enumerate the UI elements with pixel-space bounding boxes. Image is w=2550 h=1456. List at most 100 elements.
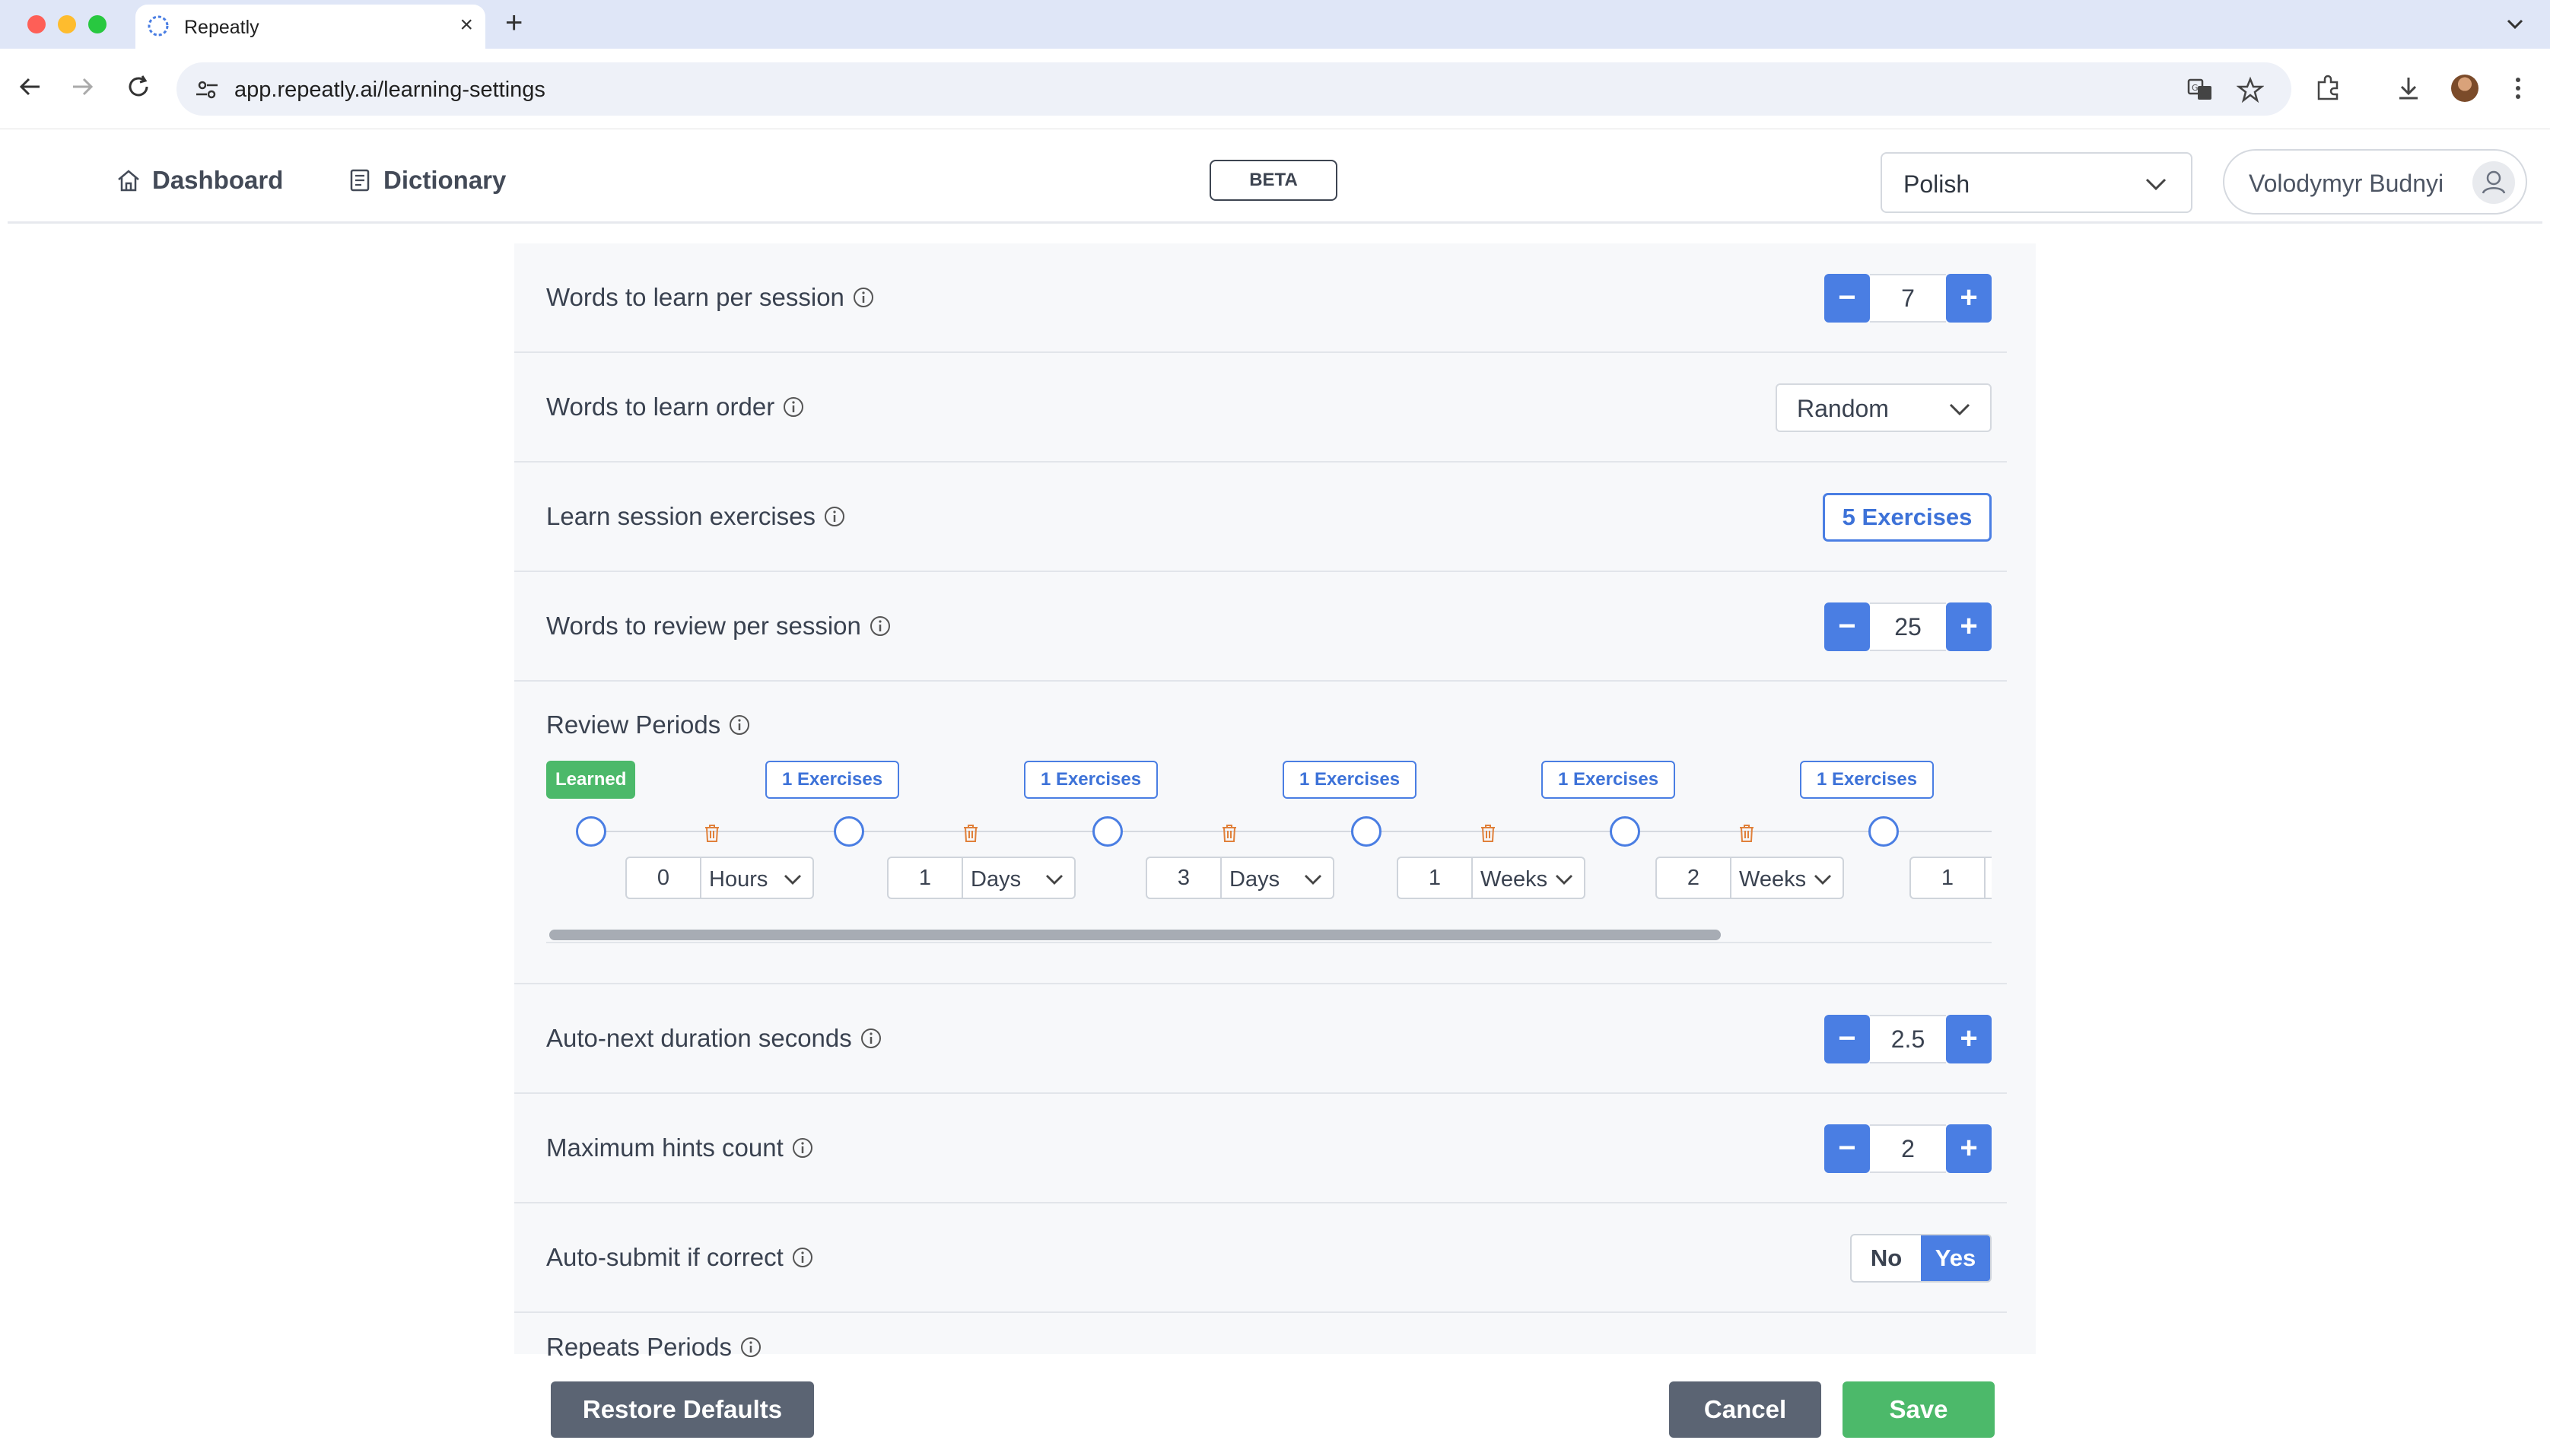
forward-arrow-icon[interactable] [67, 72, 97, 102]
period-unit-select[interactable]: Days [963, 857, 1076, 899]
user-menu-button[interactable]: Volodymyr Budnyi [2223, 149, 2527, 215]
app-header: Dashboard Dictionary BETA Polish Volodym… [8, 129, 2542, 224]
restore-defaults-button[interactable]: Restore Defaults [551, 1381, 814, 1438]
profile-avatar[interactable] [2451, 75, 2478, 102]
new-tab-button[interactable]: + [505, 6, 523, 40]
downloads-icon[interactable] [2393, 73, 2424, 103]
setting-auto-next: Auto-next duration seconds − 2.5 + [514, 984, 2007, 1094]
nav-dashboard[interactable]: Dashboard [116, 166, 283, 195]
info-icon[interactable] [823, 505, 846, 528]
exercises-button[interactable]: 5 Exercises [1823, 493, 1992, 542]
close-tab-icon[interactable]: × [459, 14, 473, 37]
setting-label-text: Auto-next duration seconds [546, 1024, 852, 1052]
exercises-badge[interactable]: 1 Exercises [1541, 761, 1675, 799]
timeline-node[interactable] [576, 816, 606, 847]
timeline-scrollbar[interactable] [546, 925, 1992, 943]
info-icon[interactable] [860, 1027, 882, 1050]
info-icon[interactable] [791, 1246, 814, 1269]
toggle-yes-option[interactable]: Yes [1921, 1235, 1990, 1281]
period-amount-input[interactable]: 0 [625, 857, 701, 899]
stepper-value[interactable]: 2 [1870, 1124, 1946, 1173]
period-amount-input[interactable]: 2 [1655, 857, 1731, 899]
period-input-group: 3 Days [1146, 857, 1334, 899]
language-value: Polish [1903, 170, 1970, 198]
info-icon[interactable] [782, 396, 805, 418]
period-unit-select[interactable]: Days [1222, 857, 1334, 899]
url-text: app.repeatly.ai/learning-settings [234, 78, 545, 102]
period-amount-input[interactable]: 1 [1909, 857, 1986, 899]
learn-order-select[interactable]: Random [1776, 383, 1992, 432]
period-unit-select[interactable]: Hours [701, 857, 814, 899]
repeatly-favicon-icon [148, 15, 169, 37]
info-icon[interactable] [739, 1336, 762, 1359]
decrement-button[interactable]: − [1824, 1124, 1870, 1173]
info-icon[interactable] [869, 615, 892, 637]
translate-icon[interactable]: G [2186, 76, 2214, 103]
trash-icon[interactable] [962, 823, 980, 843]
settings-footer: Restore Defaults Cancel Save [514, 1359, 2036, 1456]
increment-button[interactable]: + [1946, 1124, 1992, 1173]
period-amount-input[interactable]: 1 [1397, 857, 1473, 899]
home-icon [118, 170, 139, 192]
stepper-value[interactable]: 2.5 [1870, 1015, 1946, 1063]
back-arrow-icon[interactable] [15, 72, 46, 102]
timeline-node[interactable] [1092, 816, 1123, 847]
extensions-icon[interactable] [2313, 73, 2343, 103]
trash-icon[interactable] [1220, 823, 1238, 843]
address-bar[interactable]: app.repeatly.ai/learning-settings G [176, 62, 2291, 116]
period-unit-select[interactable]: Weeks [1731, 857, 1844, 899]
scrollbar-thumb[interactable] [549, 930, 1721, 940]
info-icon[interactable] [791, 1137, 814, 1159]
toggle-no-option[interactable]: No [1852, 1235, 1921, 1281]
increment-button[interactable]: + [1946, 274, 1992, 323]
timeline-node[interactable] [834, 816, 864, 847]
tab-search-chevron-icon[interactable] [2501, 11, 2529, 38]
period-unit-select[interactable] [1986, 857, 1992, 899]
period-unit-select[interactable]: Weeks [1473, 857, 1585, 899]
exercises-badge[interactable]: 1 Exercises [1024, 761, 1158, 799]
timeline-node[interactable] [1610, 816, 1640, 847]
exercises-badge[interactable]: 1 Exercises [1800, 761, 1934, 799]
reload-icon[interactable] [123, 72, 154, 102]
browser-menu-icon[interactable] [2503, 73, 2533, 103]
period-input-group: 2 Weeks [1655, 857, 1844, 899]
exercises-badge[interactable]: 1 Exercises [1283, 761, 1416, 799]
info-icon[interactable] [852, 286, 875, 309]
trash-icon[interactable] [1479, 823, 1497, 843]
language-select[interactable]: Polish [1881, 152, 2192, 213]
decrement-button[interactable]: − [1824, 602, 1870, 651]
setting-auto-submit: Auto-submit if correct No Yes [514, 1203, 2007, 1313]
learned-badge: Learned [546, 761, 636, 799]
decrement-button[interactable]: − [1824, 1015, 1870, 1063]
setting-review-per-session: Words to review per session − 25 + [514, 572, 2007, 682]
stepper-value[interactable]: 25 [1870, 602, 1946, 651]
period-unit-value: Days [971, 867, 1022, 892]
trash-icon[interactable] [703, 823, 721, 843]
setting-label: Auto-submit if correct [546, 1243, 814, 1272]
exercises-badge[interactable]: 1 Exercises [765, 761, 899, 799]
period-amount-input[interactable]: 3 [1146, 857, 1222, 899]
close-window-button[interactable] [27, 15, 46, 33]
setting-label-text: Maximum hints count [546, 1133, 784, 1162]
minimize-window-button[interactable] [58, 15, 76, 33]
setting-label-text: Words to review per session [546, 612, 861, 640]
setting-label-text: Words to learn order [546, 393, 775, 421]
period-amount-input[interactable]: 1 [887, 857, 963, 899]
learn-order-value: Random [1797, 395, 1889, 422]
save-button[interactable]: Save [1843, 1381, 1995, 1438]
trash-icon[interactable] [1738, 823, 1756, 843]
bookmark-star-icon[interactable] [2237, 76, 2264, 103]
setting-label-text: Review Periods [546, 711, 721, 739]
stepper-value[interactable]: 7 [1870, 274, 1946, 323]
increment-button[interactable]: + [1946, 602, 1992, 651]
cancel-button[interactable]: Cancel [1669, 1381, 1821, 1438]
nav-dictionary[interactable]: Dictionary [347, 166, 506, 195]
maximize-window-button[interactable] [88, 15, 107, 33]
info-icon[interactable] [728, 714, 751, 736]
increment-button[interactable]: + [1946, 1015, 1992, 1063]
browser-tab[interactable]: Repeatly × [135, 5, 485, 49]
decrement-button[interactable]: − [1824, 274, 1870, 323]
site-info-icon[interactable] [193, 76, 221, 103]
timeline-node[interactable] [1868, 816, 1899, 847]
timeline-node[interactable] [1351, 816, 1382, 847]
